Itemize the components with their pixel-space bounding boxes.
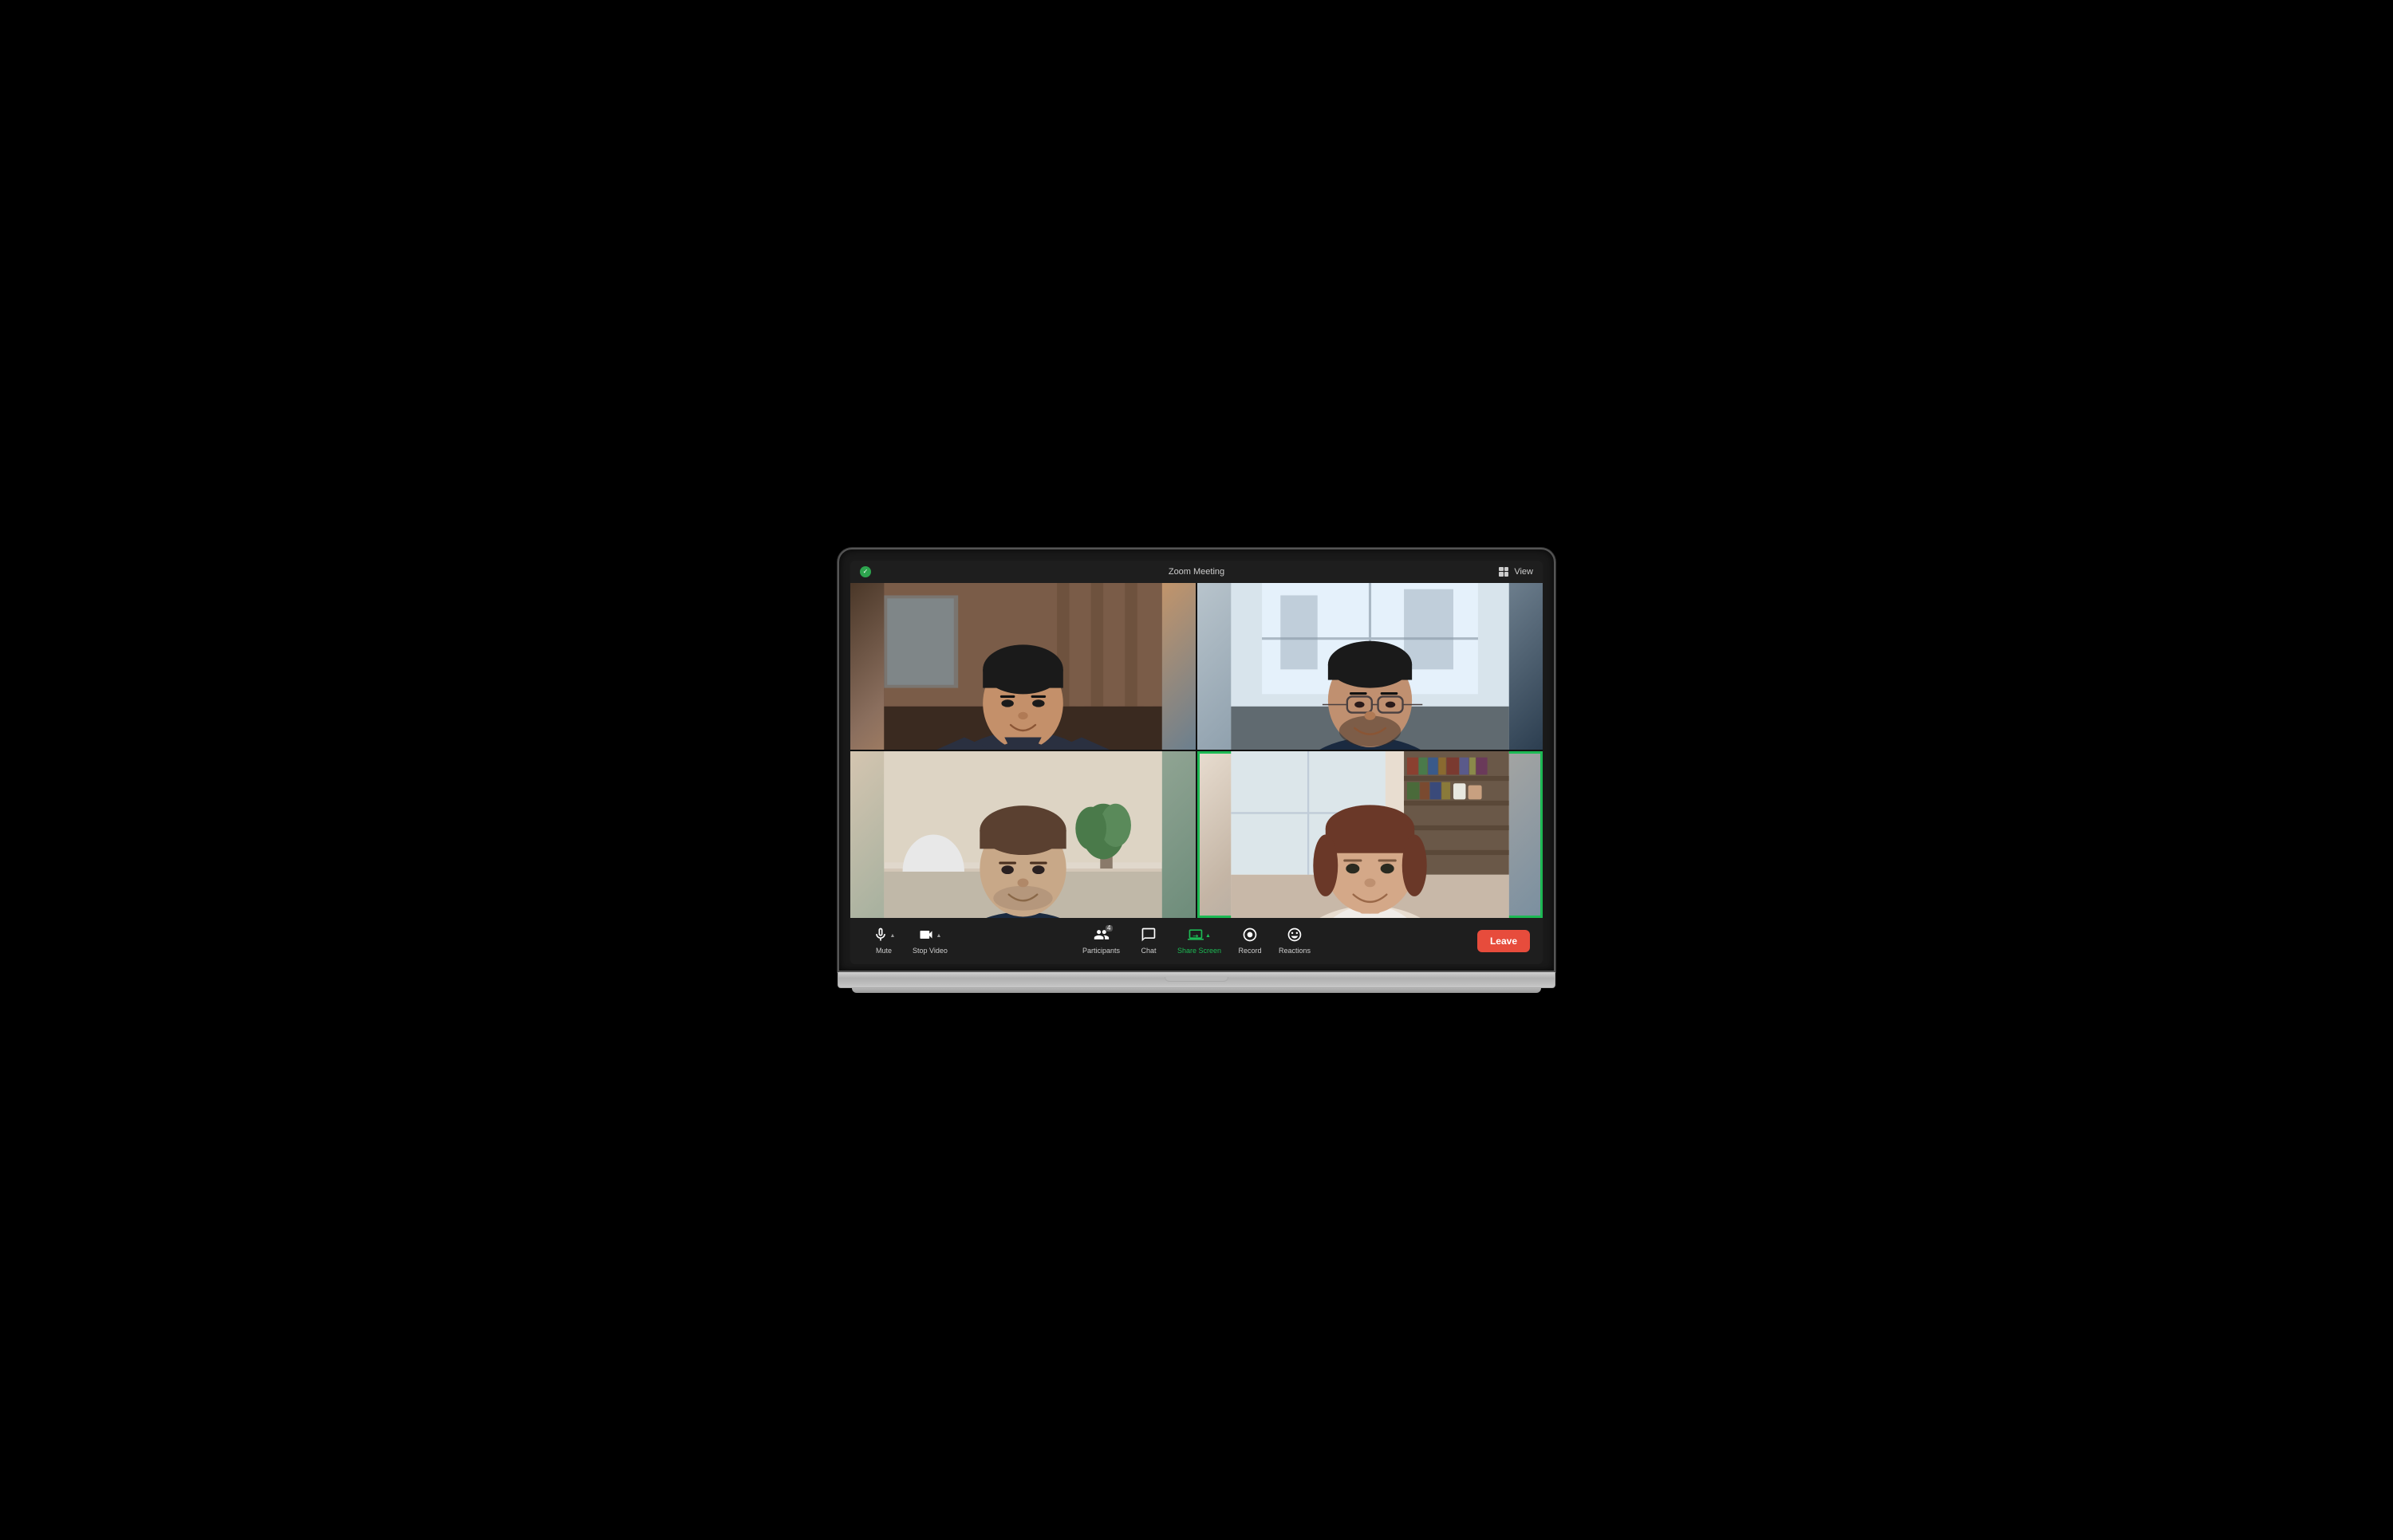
- stop-video-label: Stop Video: [913, 947, 948, 955]
- reactions-label: Reactions: [1279, 947, 1311, 955]
- reactions-icon: [1287, 927, 1303, 945]
- video-chevron[interactable]: ▲: [936, 933, 941, 939]
- toolbar-right: Leave: [1477, 930, 1530, 952]
- video-cell-p4: [1197, 751, 1543, 918]
- participants-count: 4: [1106, 925, 1112, 931]
- record-button[interactable]: Record: [1229, 924, 1271, 958]
- mute-button[interactable]: ▲ Mute: [863, 924, 905, 958]
- chat-label: Chat: [1141, 947, 1156, 955]
- title-bar-left: ✓: [860, 566, 871, 577]
- video-icon: [918, 927, 934, 945]
- grid-view-icon: [1499, 567, 1508, 577]
- laptop-screen-outer: ✓ Zoom Meeting View: [838, 548, 1555, 972]
- share-chevron[interactable]: ▲: [1205, 933, 1211, 939]
- stop-video-button[interactable]: ▲ Stop Video: [905, 924, 956, 958]
- share-screen-label: Share Screen: [1177, 947, 1221, 955]
- view-control[interactable]: View: [1499, 567, 1533, 577]
- video-grid: [850, 583, 1543, 918]
- leave-button[interactable]: Leave: [1477, 930, 1530, 952]
- meeting-title: Zoom Meeting: [1169, 567, 1224, 577]
- shield-icon: ✓: [860, 566, 871, 577]
- video-cell-p2: [1197, 583, 1543, 750]
- share-screen-button[interactable]: ▲ Share Screen: [1169, 924, 1229, 958]
- toolbar-center: 4 Participants Chat: [1074, 924, 1319, 958]
- reactions-button[interactable]: Reactions: [1271, 924, 1319, 958]
- view-label: View: [1514, 567, 1533, 577]
- participants-icon: 4: [1093, 927, 1109, 945]
- laptop-wrapper: ✓ Zoom Meeting View: [838, 548, 1555, 993]
- chat-button[interactable]: Chat: [1128, 924, 1169, 958]
- record-icon: [1242, 927, 1258, 945]
- laptop-feet: [852, 988, 1541, 993]
- laptop-notch: [1165, 977, 1228, 982]
- laptop-screen: ✓ Zoom Meeting View: [850, 561, 1543, 964]
- toolbar: ▲ Mute ▲: [850, 918, 1543, 964]
- chat-icon: [1141, 927, 1157, 945]
- title-bar: ✓ Zoom Meeting View: [850, 561, 1543, 583]
- participants-button[interactable]: 4 Participants: [1074, 924, 1128, 958]
- mute-chevron[interactable]: ▲: [890, 933, 896, 939]
- video-cell-p1: [850, 583, 1196, 750]
- participants-label: Participants: [1082, 947, 1120, 955]
- laptop-base: [838, 972, 1555, 988]
- mute-label: Mute: [876, 947, 892, 955]
- microphone-icon: [873, 927, 889, 945]
- share-screen-icon: [1188, 927, 1204, 945]
- record-label: Record: [1239, 947, 1262, 955]
- video-cell-p3: [850, 751, 1196, 918]
- toolbar-left: ▲ Mute ▲: [863, 924, 956, 958]
